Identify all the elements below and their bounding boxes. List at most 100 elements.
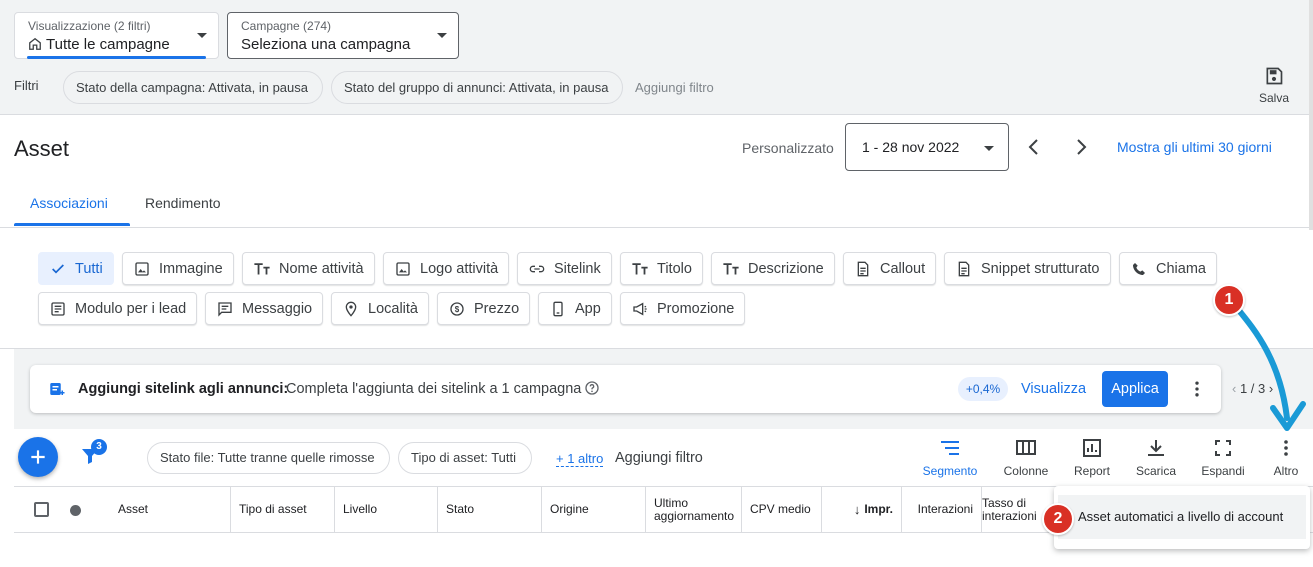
status-dot-icon <box>70 505 81 516</box>
asset-type-label: Callout <box>880 260 926 277</box>
column-asset[interactable]: Asset <box>110 487 231 532</box>
expand-label: Espandi <box>1201 464 1245 478</box>
view-picker-label: Visualizzazione (2 filtri) <box>28 19 151 33</box>
more-filters-link[interactable]: + 1 altro <box>556 452 604 467</box>
recommendation-card: Aggiungi sitelink agli annunci: Completa… <box>30 365 1221 413</box>
asset-type-filter-bar <box>0 227 1313 349</box>
asset-type-label: Località <box>368 300 418 317</box>
chevron-right-icon[interactable] <box>1071 136 1091 158</box>
date-range-picker[interactable]: 1 - 28 nov 2022 <box>845 123 1009 171</box>
segment-label: Segmento <box>922 464 978 478</box>
chevron-left-icon[interactable] <box>1024 136 1044 158</box>
asset-type-chip-0[interactable]: Tutti <box>38 252 114 285</box>
text-icon <box>722 260 740 278</box>
column-source[interactable]: Origine <box>542 487 646 532</box>
save-button[interactable]: Salva <box>1252 66 1296 105</box>
last-30-days-link[interactable]: Mostra gli ultimi 30 giorni <box>1117 139 1272 155</box>
plus-icon <box>31 450 45 464</box>
image-icon <box>394 260 412 278</box>
view-picker-value: Tutte le campagne <box>46 36 170 53</box>
asset-type-label: Nome attività <box>279 260 364 277</box>
asset-type-chip-10[interactable]: Modulo per i lead <box>38 292 198 325</box>
recommendation-description: Completa l'aggiunta dei sitelink a 1 cam… <box>286 381 582 397</box>
view-picker[interactable]: Visualizzazione (2 filtri) Tutte le camp… <box>14 12 219 59</box>
asset-type-chip-12[interactable]: Località <box>331 292 429 325</box>
asset-type-chip-8[interactable]: Snippet strutturato <box>944 252 1111 285</box>
campaign-picker[interactable]: Campagne (274) Seleziona una campagna <box>227 12 459 59</box>
asset-type-label: Promozione <box>657 300 735 317</box>
columns-button[interactable]: Colonne <box>998 439 1054 478</box>
tab-rendimento[interactable]: Rendimento <box>145 195 221 211</box>
annotation-step-2: 2 <box>1042 503 1074 535</box>
scrollbar[interactable] <box>1309 0 1313 230</box>
document-icon <box>854 260 872 278</box>
asset-type-chip-4[interactable]: Sitelink <box>517 252 612 285</box>
asset-type-chip-1[interactable]: Immagine <box>122 252 234 285</box>
active-tab-indicator <box>14 223 130 226</box>
asset-type-chip-3[interactable]: Logo attività <box>383 252 510 285</box>
asset-type-chip-5[interactable]: Titolo <box>620 252 703 285</box>
svg-text:$: $ <box>455 305 460 314</box>
column-interactions[interactable]: Interazioni <box>902 487 982 532</box>
asset-type-chip-2[interactable]: Nome attività <box>242 252 375 285</box>
apply-button[interactable]: Applica <box>1102 371 1168 407</box>
column-status[interactable]: Stato <box>438 487 542 532</box>
asset-type-chip-13[interactable]: $ Prezzo <box>437 292 531 325</box>
form-icon <box>49 300 67 318</box>
asset-type-label: Modulo per i lead <box>75 300 187 317</box>
asset-type-label: Sitelink <box>554 260 601 277</box>
download-button[interactable]: Scarica <box>1130 439 1182 478</box>
column-last-update[interactable]: Ultimo aggiornamento <box>646 487 742 532</box>
asset-type-chip-11[interactable]: Messaggio <box>205 292 324 325</box>
asset-type-chip-7[interactable]: Callout <box>843 252 937 285</box>
select-all-checkbox[interactable] <box>34 502 49 517</box>
filter-chip-campaign-status[interactable]: Stato della campagna: Attivata, in pausa <box>63 71 323 104</box>
view-recommendation-link[interactable]: Visualizza <box>1021 381 1086 397</box>
link-icon <box>528 260 546 278</box>
more-button[interactable]: Altro <box>1266 439 1306 478</box>
add-filter-link[interactable]: Aggiungi filtro <box>635 80 714 95</box>
column-impressions[interactable]: ↓ Impr. <box>822 487 902 532</box>
filter-chip-adgroup-status[interactable]: Stato del gruppo di annunci: Attivata, i… <box>331 71 623 104</box>
more-vert-icon[interactable] <box>1187 379 1207 399</box>
add-button[interactable] <box>18 437 58 477</box>
asset-type-chip-15[interactable]: Promozione <box>620 292 746 325</box>
date-range-value: 1 - 28 nov 2022 <box>862 139 960 155</box>
asset-type-chip-14[interactable]: App <box>538 292 612 325</box>
asset-type-label: Messaggio <box>242 300 313 317</box>
segment-icon <box>941 441 959 455</box>
save-icon <box>1266 67 1283 85</box>
campaign-picker-value: Seleziona una campagna <box>241 36 411 53</box>
add-filter-button[interactable]: Aggiungi filtro <box>615 450 703 466</box>
text-icon <box>253 260 271 278</box>
segment-button[interactable]: Segmento <box>918 439 982 478</box>
filter-button[interactable]: 3 <box>80 439 107 472</box>
column-level[interactable]: Livello <box>335 487 438 532</box>
column-asset-type[interactable]: Tipo di asset <box>231 487 335 532</box>
asset-type-label: Descrizione <box>748 260 824 277</box>
expand-button[interactable]: Espandi <box>1196 439 1250 478</box>
report-label: Report <box>1073 464 1111 478</box>
filter-chip-file-status[interactable]: Stato file: Tutte tranne quelle rimosse <box>147 442 390 474</box>
annotation-arrow <box>1234 305 1306 431</box>
filter-count-badge: 3 <box>91 439 107 455</box>
asset-type-chip-9[interactable]: Chiama <box>1119 252 1217 285</box>
download-icon <box>1148 440 1164 456</box>
filter-chip-asset-type[interactable]: Tipo di asset: Tutti <box>398 442 532 474</box>
fullscreen-icon <box>1215 440 1231 456</box>
campaign-picker-label: Campagne (274) <box>241 19 332 33</box>
menu-item-account-automatic-assets[interactable]: Asset automatici a livello di account <box>1058 495 1306 539</box>
message-icon <box>216 300 234 318</box>
asset-type-label: Logo attività <box>420 260 499 277</box>
columns-label: Colonne <box>1003 464 1049 478</box>
tab-associazioni[interactable]: Associazioni <box>30 195 108 211</box>
report-button[interactable]: Report <box>1068 439 1116 478</box>
asset-type-chip-6[interactable]: Descrizione <box>711 252 835 285</box>
column-avg-cpv[interactable]: CPV medio <box>742 487 822 532</box>
check-icon <box>49 260 67 278</box>
image-icon <box>133 260 151 278</box>
asset-type-label: Prezzo <box>474 300 520 317</box>
help-icon[interactable] <box>584 380 600 396</box>
asset-type-label: Snippet strutturato <box>981 260 1100 277</box>
save-label: Salva <box>1258 91 1290 105</box>
